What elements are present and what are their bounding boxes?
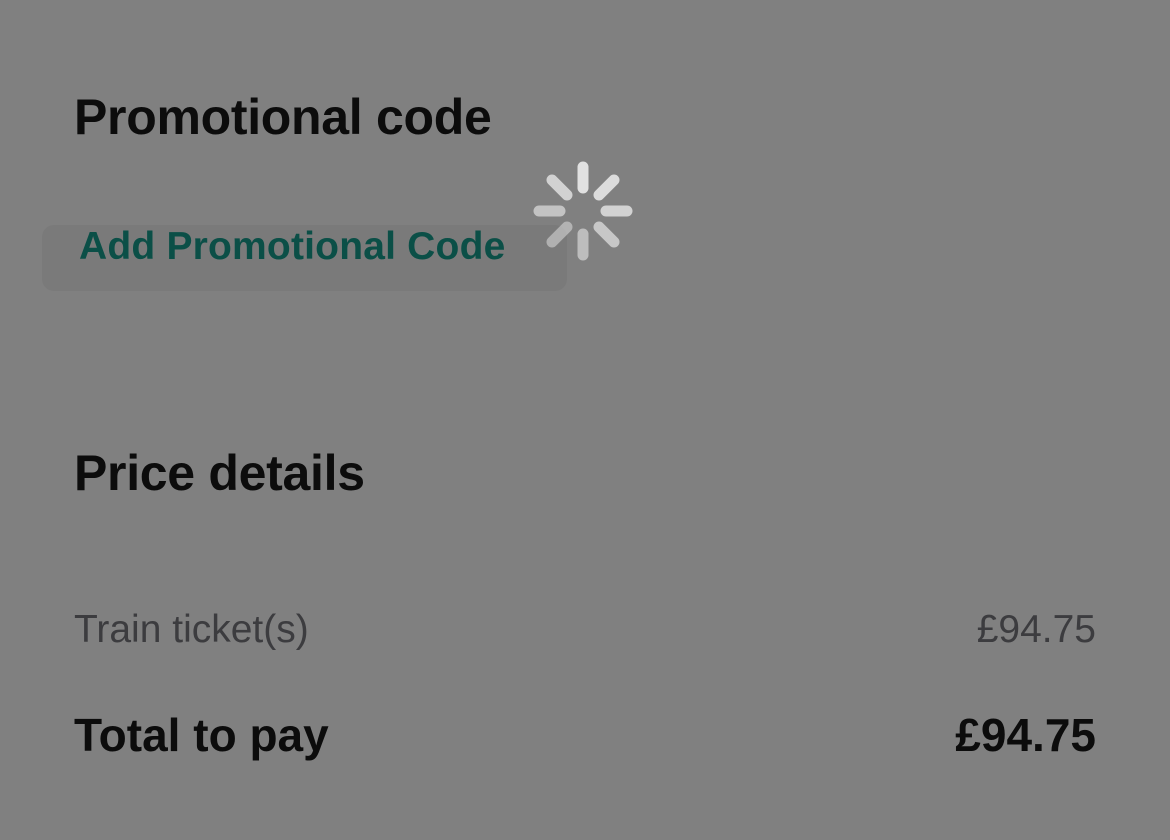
price-details-heading: Price details [74,445,365,501]
price-row-total: Total to pay £94.75 [74,708,1096,762]
total-to-pay-amount: £94.75 [955,709,1096,761]
activity-spinner-icon [533,161,633,261]
add-promotional-code-button[interactable]: Add Promotional Code [42,225,567,291]
train-tickets-label: Train ticket(s) [74,608,309,651]
price-row-train-tickets: Train ticket(s) £94.75 [74,608,1096,652]
total-to-pay-label: Total to pay [74,709,329,761]
train-tickets-amount: £94.75 [976,608,1096,651]
promotional-code-heading: Promotional code [74,89,492,145]
add-promotional-code-label: Add Promotional Code [79,225,506,268]
checkout-screen: Promotional code Add Promotional Code Pr… [0,0,1170,840]
